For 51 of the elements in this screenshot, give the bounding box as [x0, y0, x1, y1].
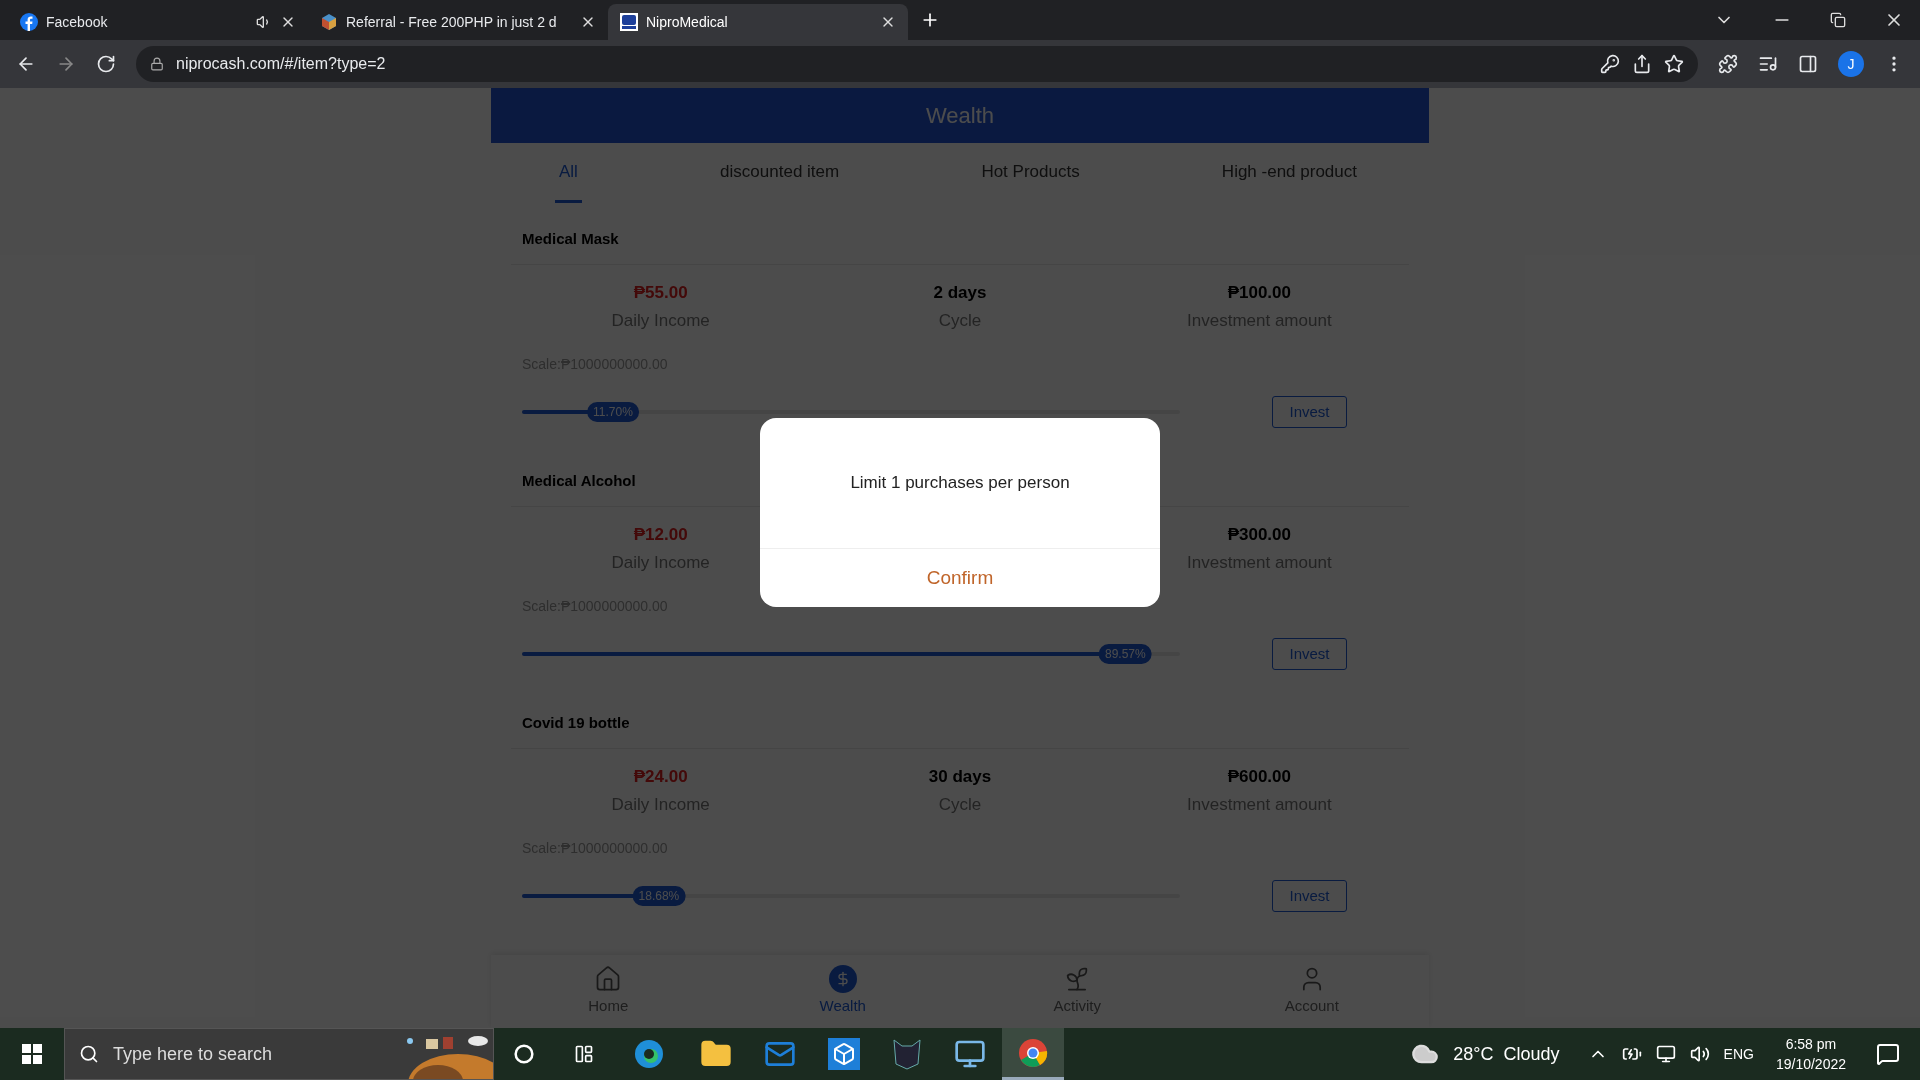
key-icon[interactable]: [1600, 54, 1620, 74]
media-icon[interactable]: [1758, 54, 1778, 74]
share-icon[interactable]: [1632, 54, 1652, 74]
browser-tab[interactable]: NiproMedical: [608, 4, 908, 40]
windows-logo-icon[interactable]: [22, 1044, 42, 1064]
site-logo-icon: [620, 13, 638, 31]
reload-icon[interactable]: [96, 54, 116, 74]
weather-text[interactable]: 28°C Cloudy: [1453, 1040, 1560, 1068]
task-view-icon[interactable]: [574, 1044, 594, 1064]
tab-title: NiproMedical: [646, 12, 729, 32]
product-name: Covid 19 bottle: [522, 713, 630, 734]
cube-icon: [320, 13, 338, 31]
confirm-button[interactable]: Confirm: [760, 548, 1160, 607]
network-icon[interactable]: [1655, 1044, 1676, 1064]
browser-tab[interactable]: Referral - Free 200PHP in just 2 d: [308, 4, 608, 40]
address-bar[interactable]: niprocash.com/#/item?type=2: [136, 46, 1698, 82]
clock-time[interactable]: 6:58 pm: [1785, 1034, 1837, 1054]
monitor-icon[interactable]: [954, 1038, 986, 1070]
browser-tab[interactable]: Facebook: [8, 4, 308, 40]
dialog-message: Limit 1 purchases per person: [850, 472, 1070, 495]
chrome-icon: [1018, 1037, 1048, 1068]
daily-income-value: ₱55.00: [633, 282, 688, 302]
url-text: niprocash.com/#/item?type=2: [176, 54, 387, 74]
investment-amount-value: ₱100.00: [1227, 282, 1291, 302]
box-icon[interactable]: [828, 1038, 860, 1070]
cycle-value: 2 days: [933, 282, 987, 302]
bookmark-star-icon[interactable]: [1664, 54, 1684, 74]
daily-income-value: ₱24.00: [633, 766, 688, 786]
language-indicator[interactable]: ENG: [1723, 1043, 1754, 1065]
cycle-value: 30 days: [928, 766, 992, 786]
profile-avatar[interactable]: J: [1838, 51, 1864, 77]
extensions-icon[interactable]: [1718, 54, 1738, 74]
product-name: Medical Alcohol: [522, 471, 636, 492]
volume-icon[interactable]: [1689, 1044, 1710, 1064]
search-placeholder: Type here to search: [113, 1042, 274, 1066]
notification-icon[interactable]: [1876, 1042, 1900, 1066]
investment-amount-value: ₱600.00: [1227, 766, 1291, 786]
taskbar-search-field[interactable]: Type here to search: [64, 1028, 494, 1080]
cortana-icon[interactable]: [514, 1044, 534, 1064]
tab-title: Referral - Free 200PHP in just 2 d: [346, 12, 558, 32]
product-name: Medical Mask: [522, 229, 619, 250]
side-panel-icon[interactable]: [1798, 54, 1818, 74]
clock-date[interactable]: 19/10/2022: [1775, 1054, 1846, 1074]
search-icon: [79, 1044, 99, 1064]
facebook-logo-icon: [20, 13, 38, 31]
restore-icon[interactable]: [1830, 12, 1846, 28]
chrome-taskbar-item[interactable]: [1002, 1028, 1064, 1080]
lock-icon: [150, 57, 164, 71]
daily-income-value: ₱12.00: [633, 524, 688, 544]
investment-amount-value: ₱300.00: [1227, 524, 1291, 544]
tab-title: Facebook: [46, 12, 109, 32]
